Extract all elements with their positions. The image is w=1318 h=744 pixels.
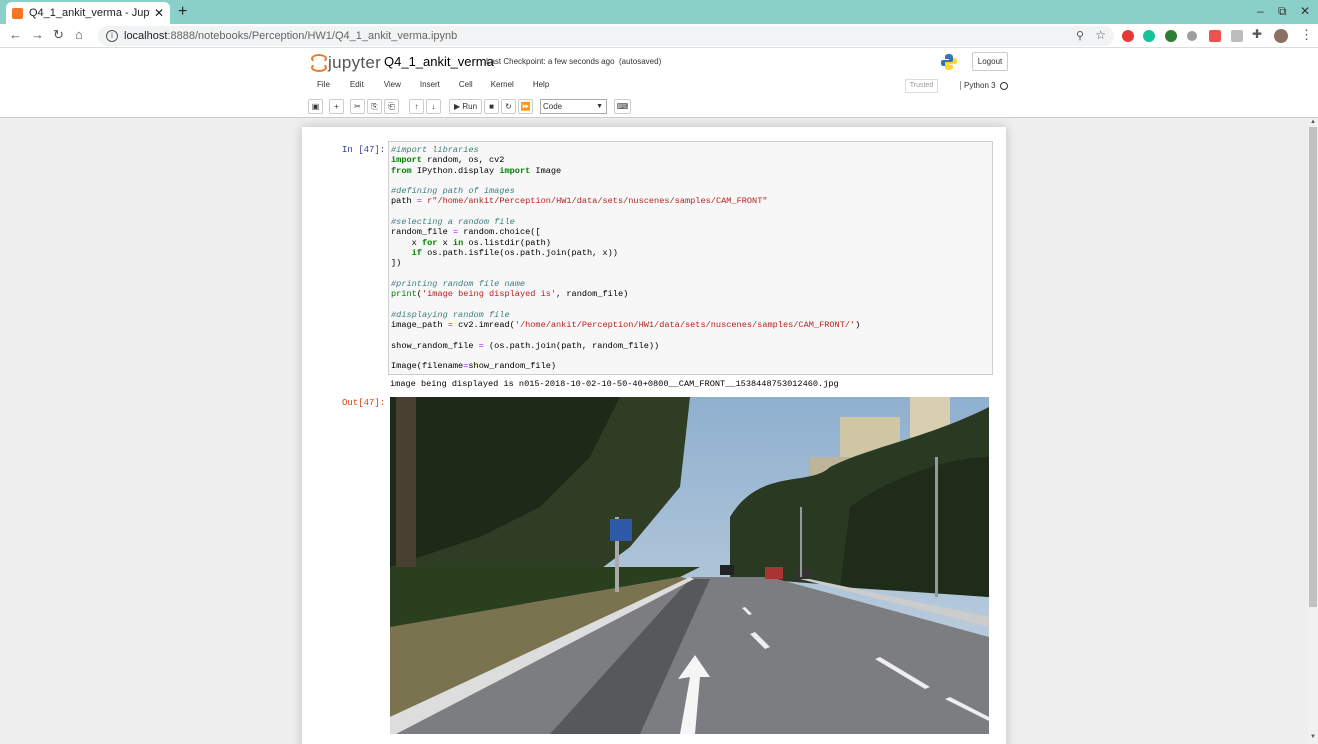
logout-button[interactable]: Logout [972, 52, 1008, 71]
browser-tab[interactable]: Q4_1_ankit_verma - Jupyt ✕ [6, 2, 170, 24]
cell-type-select[interactable]: Code ▼ [540, 99, 607, 114]
chevron-down-icon: ▼ [596, 103, 603, 110]
home-icon[interactable]: ⌂ [75, 27, 83, 42]
scroll-down-icon[interactable]: ▼ [1310, 734, 1316, 740]
jupyter-favicon-icon [12, 7, 23, 19]
jupyter-logo-icon [310, 53, 327, 73]
interrupt-icon[interactable]: ■ [484, 99, 499, 114]
input-prompt: In [47]: [342, 145, 386, 155]
screenshot-extension-icon[interactable] [1209, 30, 1221, 42]
forward-icon[interactable]: → [31, 27, 44, 42]
extensions-puzzle-icon[interactable]: ✚ [1252, 27, 1262, 41]
run-button[interactable]: ▶ Run [449, 99, 482, 114]
insert-cell-icon[interactable]: + [329, 99, 344, 114]
notebook-area: In [47]: #import libraries import random… [0, 119, 1308, 744]
url-host: localhost [124, 30, 168, 42]
extension-icon[interactable] [1231, 30, 1243, 42]
trusted-indicator[interactable]: Trusted [905, 79, 938, 93]
tab-close-icon[interactable]: ✕ [154, 6, 164, 20]
copy-icon[interactable]: ⎘ [367, 99, 382, 114]
autosave-text: (autosaved) [618, 57, 662, 66]
maximize-icon[interactable]: ⧉ [1278, 4, 1287, 19]
notebook-page: In [47]: #import libraries import random… [302, 127, 1006, 744]
close-window-icon[interactable]: ✕ [1300, 4, 1310, 18]
new-tab-button[interactable]: + [178, 3, 187, 21]
jupyter-logo-text: jupyter [328, 53, 382, 72]
menu-edit[interactable]: Edit [350, 80, 364, 94]
checkpoint-text: Last Checkpoint: a few seconds ago [486, 57, 615, 66]
browser-tab-bar: Q4_1_ankit_verma - Jupyt ✕ + – ⧉ ✕ [0, 0, 1318, 24]
save-icon[interactable]: ▣ [308, 99, 323, 114]
grammarly-extension-icon[interactable] [1143, 30, 1155, 42]
stream-output: image being displayed is n015-2018-10-02… [390, 379, 839, 389]
kernel-idle-icon [1000, 82, 1008, 90]
minimize-icon[interactable]: – [1257, 4, 1264, 18]
extension-icon[interactable] [1187, 31, 1197, 41]
tab-title: Q4_1_ankit_verma - Jupyt [29, 7, 150, 19]
back-icon[interactable]: ← [9, 27, 22, 42]
move-down-icon[interactable]: ↓ [426, 99, 441, 114]
jupyter-logo[interactable]: jupyter [310, 53, 381, 73]
menu-file[interactable]: File [317, 80, 330, 94]
restart-run-all-icon[interactable]: ⏩ [518, 99, 533, 114]
jupyter-header: jupyter Q4_1_ankit_verma Last Checkpoint… [0, 48, 1318, 118]
python-logo-icon [941, 54, 957, 70]
kernel-name: Python 3 [960, 81, 996, 90]
cut-icon[interactable]: ✂ [350, 99, 365, 114]
scrollbar-thumb[interactable] [1309, 127, 1317, 607]
url-path: :8888/notebooks/Perception/HW1/Q4_1_anki… [167, 30, 458, 42]
site-info-icon[interactable]: i [106, 30, 118, 42]
move-up-icon[interactable]: ↑ [409, 99, 424, 114]
extension-icon[interactable] [1165, 30, 1177, 42]
profile-avatar[interactable] [1274, 29, 1288, 43]
menu-help[interactable]: Help [533, 80, 549, 94]
code-cell-editor[interactable]: #import libraries import random, os, cv2… [388, 141, 993, 375]
scroll-up-icon[interactable]: ▲ [1310, 119, 1316, 125]
zoom-icon[interactable]: ⚲ [1076, 29, 1084, 42]
menu-insert[interactable]: Insert [420, 80, 440, 94]
bookmark-star-icon[interactable]: ☆ [1095, 28, 1106, 42]
address-bar[interactable]: i localhost:8888/notebooks/Perception/HW… [98, 26, 1114, 46]
menu-view[interactable]: View [384, 80, 401, 94]
browser-toolbar: ← → ↻ ⌂ i localhost:8888/notebooks/Perce… [0, 24, 1318, 48]
menu-kernel[interactable]: Kernel [491, 80, 514, 94]
checkpoint-status: Last Checkpoint: a few seconds ago (auto… [486, 57, 661, 66]
command-palette-icon[interactable]: ⌨ [614, 99, 631, 114]
browser-menu-icon[interactable]: ⋮ [1300, 27, 1313, 43]
paste-icon[interactable]: ⎗ [384, 99, 399, 114]
reload-icon[interactable]: ↻ [53, 27, 64, 43]
cell-type-value: Code [543, 102, 563, 111]
output-prompt: Out[47]: [342, 398, 386, 408]
menu-cell[interactable]: Cell [459, 80, 473, 94]
adblock-extension-icon[interactable] [1122, 30, 1134, 42]
menu-bar: File Edit View Insert Cell Kernel Help [310, 80, 549, 94]
restart-icon[interactable]: ↻ [501, 99, 516, 114]
page-scrollbar[interactable]: ▲ ▼ [1308, 119, 1318, 744]
street-scene-image [390, 397, 989, 734]
notebook-name[interactable]: Q4_1_ankit_verma [384, 54, 494, 69]
